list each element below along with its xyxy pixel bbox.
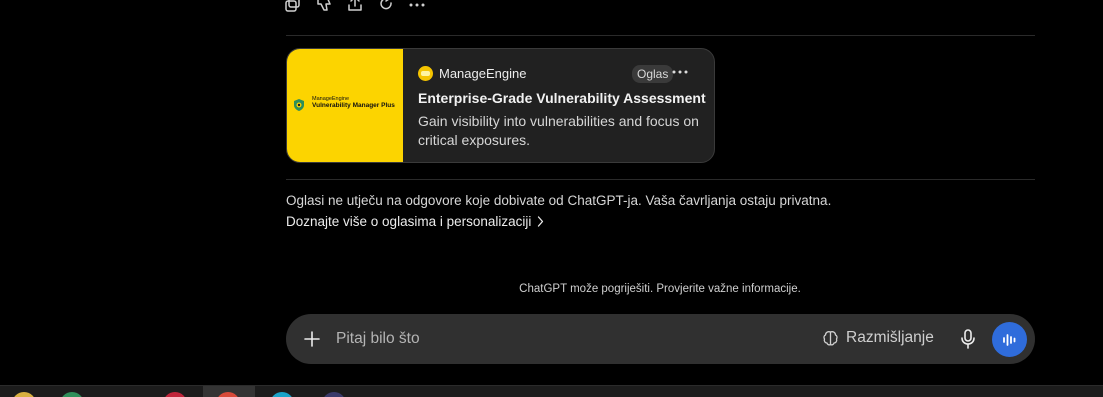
ads-disclaimer: Oglasi ne utječu na odgovore koje dobiva… [286, 193, 832, 208]
app-icon-1[interactable] [12, 392, 36, 397]
thinking-mode-label: Razmišljanje [846, 329, 934, 346]
app-icon-6[interactable] [322, 392, 346, 397]
advertiser-name: ManageEngine [439, 66, 527, 81]
composer: Razmišljanje [286, 314, 1035, 364]
advertiser-logo-icon [418, 66, 433, 81]
thinking-mode-button[interactable]: Razmišljanje [822, 329, 934, 347]
message-actions [284, 0, 439, 14]
chat-view: ManageEngine Vulnerability Manager Plus … [0, 0, 1103, 397]
thumbs-down-button[interactable] [315, 0, 346, 14]
divider [286, 179, 1035, 180]
ad-body: ManageEngine Oglas Enterprise-Grade Vuln… [403, 49, 714, 162]
brain-icon [823, 330, 838, 346]
copy-button[interactable] [284, 0, 315, 14]
add-attachment-button[interactable] [300, 327, 324, 351]
app-icon-5[interactable] [270, 392, 294, 397]
footer-note: ChatGPT može pogriješiti. Provjerite važ… [0, 283, 1103, 295]
footer-note-text: ChatGPT može pogriješiti. Provjerite važ… [519, 283, 801, 295]
plus-icon [304, 331, 320, 347]
app-icon-3[interactable] [163, 392, 187, 397]
dictate-button[interactable] [956, 327, 980, 351]
ad-advertiser: ManageEngine [418, 66, 526, 81]
ad-description: Gain visibility into vulnerabilities and… [418, 113, 699, 148]
share-button[interactable] [346, 0, 377, 14]
ad-badge: Oglas [632, 65, 674, 83]
chevron-right-icon [538, 216, 544, 227]
ad-image: ManageEngine Vulnerability Manager Plus [287, 49, 403, 162]
ad-card[interactable]: ManageEngine Vulnerability Manager Plus … [286, 48, 715, 163]
more-icon [409, 3, 425, 7]
ad-options-button[interactable] [670, 62, 690, 82]
voice-waveform-icon [1002, 333, 1015, 346]
copy-icon [285, 0, 300, 12]
vulnerability-manager-logo-icon [294, 99, 304, 111]
ad-headline: Enterprise-Grade Vulnerability Assessmen… [418, 90, 706, 106]
share-icon [348, 0, 362, 11]
more-actions-button[interactable] [408, 0, 439, 14]
divider [286, 35, 1035, 36]
more-icon [672, 70, 688, 74]
ad-image-product: Vulnerability Manager Plus [312, 102, 395, 110]
ads-learn-more-link[interactable]: Doznajte više o oglasima i personalizaci… [286, 214, 544, 229]
regenerate-icon [380, 0, 392, 10]
learn-more-label: Doznajte više o oglasima i personalizaci… [286, 214, 532, 229]
voice-mode-button[interactable] [992, 322, 1027, 357]
regenerate-button[interactable] [377, 0, 408, 14]
ad-image-logo-text: ManageEngine Vulnerability Manager Plus [312, 96, 395, 109]
microphone-icon [961, 329, 975, 349]
prompt-input[interactable] [336, 328, 756, 350]
thumbs-down-icon [317, 0, 331, 11]
app-icon-2[interactable] [60, 392, 84, 397]
taskbar [0, 385, 1103, 397]
